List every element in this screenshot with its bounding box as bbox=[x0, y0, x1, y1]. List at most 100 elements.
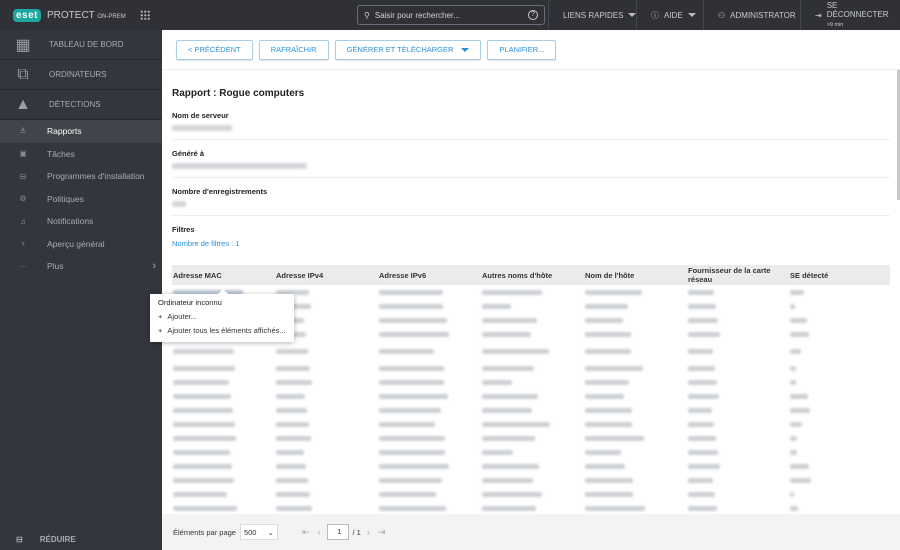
menu-item-add-all[interactable]: + Ajouter tous les éléments affichés... bbox=[158, 326, 286, 335]
table-cell bbox=[687, 403, 789, 417]
table-cell bbox=[378, 445, 481, 459]
redacted-value bbox=[585, 317, 623, 323]
sidebar-item-label: Notifications bbox=[47, 216, 94, 227]
menu-item-label: Ajouter... bbox=[167, 312, 197, 321]
sidebar-item-reports[interactable]: ≚ Rapports bbox=[0, 120, 162, 143]
help-menu[interactable]: ⓘ AIDE bbox=[636, 0, 710, 30]
column-header[interactable]: Adresse IPv4 bbox=[275, 265, 378, 285]
redacted-value bbox=[276, 435, 311, 441]
redacted-value bbox=[482, 435, 535, 441]
sidebar: ▦ TABLEAU DE BORD ⧉ ORDINATEURS ▲ DÉTECTION… bbox=[0, 30, 162, 550]
table-row[interactable] bbox=[172, 341, 890, 361]
redacted-value bbox=[688, 463, 720, 469]
table-row[interactable] bbox=[172, 473, 890, 487]
table-cell bbox=[789, 445, 890, 459]
page-input[interactable]: 1 bbox=[326, 524, 349, 540]
table-cell bbox=[275, 459, 378, 473]
redacted-value bbox=[688, 348, 713, 354]
column-header[interactable]: Fournisseur de la carte réseau bbox=[687, 265, 789, 285]
redacted-value bbox=[688, 491, 715, 497]
help-circle-icon[interactable]: ? bbox=[528, 10, 538, 20]
redacted-value bbox=[379, 348, 434, 354]
schedule-button[interactable]: PLANIFIER... bbox=[487, 39, 557, 60]
redacted-value bbox=[276, 463, 306, 469]
sidebar-item-more[interactable]: ··· Plus › bbox=[0, 255, 162, 278]
sidebar-item-label: Tâches bbox=[47, 148, 75, 159]
table-row[interactable] bbox=[172, 403, 890, 417]
column-header[interactable]: Nom de l'hôte bbox=[584, 265, 687, 285]
column-header[interactable]: Adresse MAC bbox=[172, 265, 275, 285]
sidebar-item-computers[interactable]: ⧉ ORDINATEURS bbox=[0, 60, 162, 90]
table-cell bbox=[172, 361, 275, 375]
table-cell bbox=[378, 361, 481, 375]
eset-logo[interactable]: eset PROTECT ON-PREM bbox=[13, 8, 126, 22]
sidebar-item-detections[interactable]: ▲ DÉTECTIONS bbox=[0, 90, 162, 120]
column-header[interactable]: Autres noms d'hôte bbox=[481, 265, 584, 285]
menu-item-add[interactable]: + Ajouter... bbox=[158, 312, 286, 321]
table-row[interactable] bbox=[172, 501, 890, 515]
prev-page-icon[interactable]: ‹ bbox=[318, 527, 321, 537]
redacted-value bbox=[790, 463, 809, 469]
last-page-icon[interactable]: ⇥ bbox=[378, 527, 386, 538]
redacted-value bbox=[172, 125, 232, 131]
table-cell bbox=[687, 285, 789, 299]
first-page-icon[interactable]: ⇤ bbox=[302, 527, 310, 538]
table-cell bbox=[687, 313, 789, 327]
sidebar-item-tasks[interactable]: ▣ Tâches bbox=[0, 143, 162, 166]
table-row[interactable] bbox=[172, 487, 890, 501]
table-row[interactable] bbox=[172, 375, 890, 389]
table-cell bbox=[481, 473, 584, 487]
table-cell bbox=[584, 389, 687, 403]
table-row[interactable] bbox=[172, 361, 890, 375]
apps-grid-icon[interactable] bbox=[139, 10, 150, 20]
sidebar-item-policies[interactable]: ⚙ Politiques bbox=[0, 188, 162, 211]
column-header[interactable]: SE détecté bbox=[789, 265, 890, 285]
generate-download-button[interactable]: GÉNÉRER ET TÉLÉCHARGER bbox=[334, 39, 482, 60]
table-row[interactable] bbox=[172, 389, 890, 403]
redacted-value bbox=[585, 421, 632, 427]
sidebar-item-dashboard[interactable]: ▦ TABLEAU DE BORD bbox=[0, 30, 162, 60]
computers-icon: ⧉ bbox=[17, 65, 29, 83]
table-row[interactable] bbox=[172, 431, 890, 445]
server-name-field: Nom de serveur bbox=[172, 111, 890, 140]
table-cell bbox=[172, 459, 275, 473]
sidebar-item-notifications[interactable]: ♫ Notifications bbox=[0, 210, 162, 233]
column-header[interactable]: Adresse IPv6 bbox=[378, 265, 481, 285]
collapse-sidebar-button[interactable]: ⊟ RÉDUIRE bbox=[0, 535, 76, 544]
table-cell bbox=[789, 299, 890, 313]
table-cell bbox=[378, 299, 481, 313]
redacted-value bbox=[688, 365, 715, 371]
main-content: < PRÉCÉDENT RAFRAÎCHIR GÉNÉRER ET TÉLÉCH… bbox=[162, 30, 900, 550]
search-icon: ⚲ bbox=[364, 10, 370, 20]
redacted-value bbox=[688, 303, 716, 309]
table-cell bbox=[172, 375, 275, 389]
redacted-value bbox=[379, 331, 449, 337]
table-cell bbox=[172, 417, 275, 431]
back-button[interactable]: < PRÉCÉDENT bbox=[176, 39, 253, 60]
redacted-value bbox=[173, 491, 227, 497]
table-cell bbox=[584, 417, 687, 431]
user-menu[interactable]: ⚇ ADMINISTRATOR bbox=[703, 0, 810, 30]
next-page-icon[interactable]: › bbox=[367, 527, 370, 537]
redacted-value bbox=[585, 348, 631, 354]
table-row[interactable] bbox=[172, 445, 890, 459]
redacted-value bbox=[482, 289, 542, 295]
filters-link[interactable]: Nombre de filtres : 1 bbox=[172, 239, 890, 248]
table-row[interactable] bbox=[172, 459, 890, 473]
table-cell bbox=[275, 389, 378, 403]
table-cell bbox=[789, 389, 890, 403]
collapse-label: RÉDUIRE bbox=[39, 535, 76, 544]
refresh-button[interactable]: RAFRAÎCHIR bbox=[258, 39, 329, 60]
per-page-select[interactable]: 500 ⌄ bbox=[239, 524, 278, 540]
redacted-value bbox=[688, 449, 718, 455]
sidebar-item-installers[interactable]: ⊟ Programmes d'installation bbox=[0, 165, 162, 188]
search-input[interactable]: ⚲ Saisir pour rechercher...? bbox=[357, 5, 545, 25]
logout-button[interactable]: ⇥ SE DÉCONNECTER >9 min bbox=[800, 0, 900, 30]
table-row[interactable] bbox=[172, 417, 890, 431]
redacted-value bbox=[276, 505, 312, 511]
redacted-value bbox=[482, 491, 542, 497]
redacted-value bbox=[585, 379, 629, 385]
redacted-value bbox=[276, 348, 308, 354]
sidebar-item-status-overview[interactable]: ♆ Aperçu général bbox=[0, 233, 162, 256]
redacted-value bbox=[276, 491, 310, 497]
